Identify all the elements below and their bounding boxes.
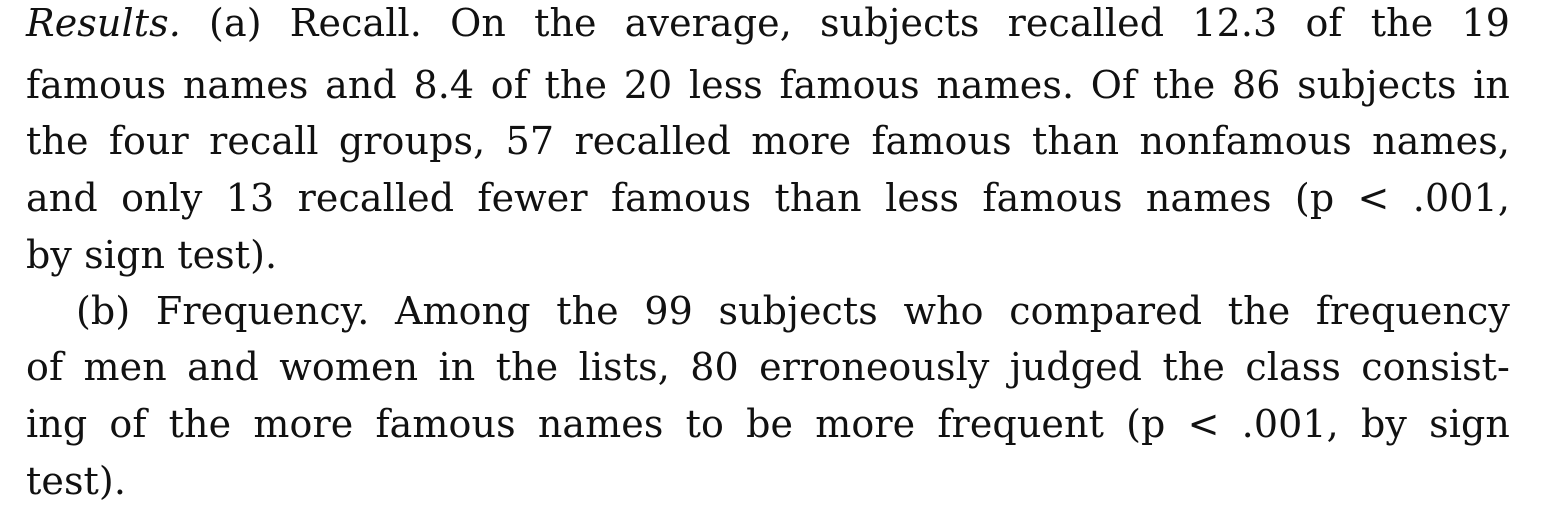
- paragraph-1-line-1: Results. (a) Recall. On the average, sub…: [26, 0, 1510, 52]
- paragraph-1-line-2: famous names and 8.4 of the 20 less famo…: [26, 63, 1510, 107]
- document-page: Results. (a) Recall. On the average, sub…: [0, 0, 1548, 532]
- paragraph-1-line-1-text: (a) Recall. On the average, subjects rec…: [180, 1, 1510, 45]
- paragraph-1-line-5: by sign test).: [26, 233, 278, 277]
- paragraph-1-line-3: the four recall groups, 57 recalled more…: [26, 119, 1510, 163]
- paragraph-2-line-2: of men and women in the lists, 80 errone…: [26, 345, 1510, 389]
- paragraph-2-line-4: test).: [26, 459, 127, 503]
- paragraph-2-line-3: ing of the more famous names to be more …: [26, 402, 1510, 446]
- paragraph-1-line-4: and only 13 recalled fewer famous than l…: [26, 176, 1510, 220]
- paragraph-2-line-1: (b) Frequency. Among the 99 subjects who…: [76, 289, 1510, 333]
- results-heading: Results.: [26, 1, 181, 45]
